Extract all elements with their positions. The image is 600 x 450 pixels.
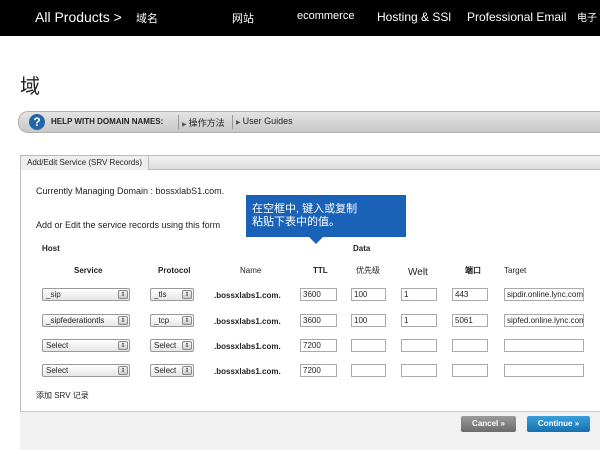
service-select-value: _sip <box>46 290 61 299</box>
protocol-select[interactable]: Select ⇕ <box>150 339 194 352</box>
tooltip-arrow <box>309 237 323 244</box>
column-header-priority: 优先级 <box>356 266 380 275</box>
target-field[interactable]: sipdir.online.lync.com <box>504 288 584 301</box>
chevron-updown-icon: ⇕ <box>182 316 192 325</box>
service-select[interactable]: Select ⇕ <box>42 364 130 377</box>
port-field[interactable] <box>452 339 488 352</box>
service-select-value: Select <box>46 366 69 375</box>
page-title: 域 <box>20 76 40 98</box>
nav-item-hosting[interactable]: Hosting & SSl <box>377 10 451 24</box>
help-link-howto-label: 操作方法 <box>188 118 225 128</box>
triangle-right-icon: ▶ <box>182 122 187 128</box>
top-navigation-bar: All Products > 域名 网站 ecommerce Hosting &… <box>0 0 600 36</box>
service-select-value: _sipfederationtls <box>46 316 105 325</box>
priority-field[interactable] <box>351 339 386 352</box>
panel-header: Add/Edit Service (SRV Records) <box>21 156 600 170</box>
ttl-field[interactable]: 3600 <box>300 314 337 327</box>
help-link-howto[interactable]: ▶ 操作方法 <box>182 116 225 129</box>
help-divider <box>178 115 179 129</box>
port-field[interactable]: 5061 <box>452 314 488 327</box>
ttl-field[interactable]: 7200 <box>300 364 337 377</box>
weight-field[interactable]: 1 <box>401 288 437 301</box>
managing-domain-text: Currently Managing Domain : bossxlabS1.c… <box>36 186 225 196</box>
nav-all-products[interactable]: All Products > <box>35 9 122 25</box>
port-field[interactable]: 443 <box>452 288 488 301</box>
nav-item-ecommerce[interactable]: ecommerce <box>297 10 354 22</box>
target-field[interactable]: sipfed.online.lync.com <box>504 314 584 327</box>
instruction-tooltip: 在空框中, 键入或复制 粘贴下表中的值。 <box>246 195 406 237</box>
target-field[interactable] <box>504 364 584 377</box>
group-header-data: Data <box>353 244 371 253</box>
instructions-text: Add or Edit the service records using th… <box>36 220 221 230</box>
column-header-weight: Welt <box>408 267 428 278</box>
name-cell: .bossxlabs1.com. <box>214 317 281 326</box>
chevron-updown-icon: ⇕ <box>182 366 192 375</box>
protocol-select-value: _tcp <box>154 316 170 325</box>
column-header-target: Target <box>504 266 527 275</box>
nav-item-domains[interactable]: 域名 <box>136 10 158 26</box>
question-icon[interactable]: ? <box>29 114 45 130</box>
chevron-updown-icon: ⇕ <box>118 341 128 350</box>
add-srv-record-link[interactable]: 添加 SRV 记录 <box>36 390 89 401</box>
chevron-updown-icon: ⇕ <box>118 366 128 375</box>
column-header-service: Service <box>74 266 103 275</box>
ttl-field[interactable]: 7200 <box>300 339 337 352</box>
chevron-updown-icon: ⇕ <box>182 341 192 350</box>
weight-field[interactable] <box>401 339 437 352</box>
port-field[interactable] <box>452 364 488 377</box>
protocol-select[interactable]: _tcp ⇕ <box>150 314 194 327</box>
protocol-select-value: Select <box>154 341 177 350</box>
nav-item-websites[interactable]: 网站 <box>232 10 254 26</box>
cancel-button[interactable]: Cancel » <box>461 416 516 432</box>
column-header-port: 端口 <box>465 266 481 275</box>
continue-button[interactable]: Continue » <box>527 416 590 432</box>
help-divider <box>232 115 233 129</box>
help-link-user-guides-label: User Guides <box>242 116 293 126</box>
service-select-value: Select <box>46 341 69 350</box>
tooltip-line-2: 粘贴下表中的值。 <box>252 216 340 228</box>
help-bar: ? HELP WITH DOMAIN NAMES: ▶ 操作方法 ▶ User Gu… <box>18 111 600 133</box>
tooltip-line-1: 在空框中, 键入或复制 <box>252 203 358 215</box>
priority-field[interactable]: 100 <box>351 314 386 327</box>
service-select[interactable]: _sipfederationtls ⇕ <box>42 314 130 327</box>
priority-field[interactable]: 100 <box>351 288 386 301</box>
weight-field[interactable]: 1 <box>401 314 437 327</box>
name-cell: .bossxlabs1.com. <box>214 291 281 300</box>
name-cell: .bossxlabs1.com. <box>214 367 281 376</box>
chevron-updown-icon: ⇕ <box>182 290 192 299</box>
help-link-user-guides[interactable]: ▶ User Guides <box>236 116 293 126</box>
help-label: HELP WITH DOMAIN NAMES: <box>51 117 164 126</box>
service-select[interactable]: Select ⇕ <box>42 339 130 352</box>
protocol-select-value: Select <box>154 366 177 375</box>
protocol-select-value: _tls <box>154 290 167 299</box>
priority-field[interactable] <box>351 364 386 377</box>
name-cell: .bossxlabs1.com. <box>214 342 281 351</box>
group-header-host: Host <box>42 244 60 253</box>
protocol-select[interactable]: _tls ⇕ <box>150 288 194 301</box>
weight-field[interactable] <box>401 364 437 377</box>
column-header-ttl: TTL <box>313 266 328 275</box>
ttl-field[interactable]: 3600 <box>300 288 337 301</box>
column-header-name: Name <box>240 266 262 275</box>
panel-tab: Add/Edit Service (SRV Records) <box>21 156 150 170</box>
protocol-select[interactable]: Select ⇕ <box>150 364 194 377</box>
nav-item-email[interactable]: 电子 <box>577 9 597 24</box>
column-header-protocol: Protocol <box>158 266 191 275</box>
service-select[interactable]: _sip ⇕ <box>42 288 130 301</box>
triangle-right-icon: ▶ <box>236 120 241 126</box>
chevron-updown-icon: ⇕ <box>118 316 128 325</box>
nav-item-professional-email[interactable]: Professional Email <box>467 10 566 24</box>
chevron-updown-icon: ⇕ <box>118 290 128 299</box>
target-field[interactable] <box>504 339 584 352</box>
